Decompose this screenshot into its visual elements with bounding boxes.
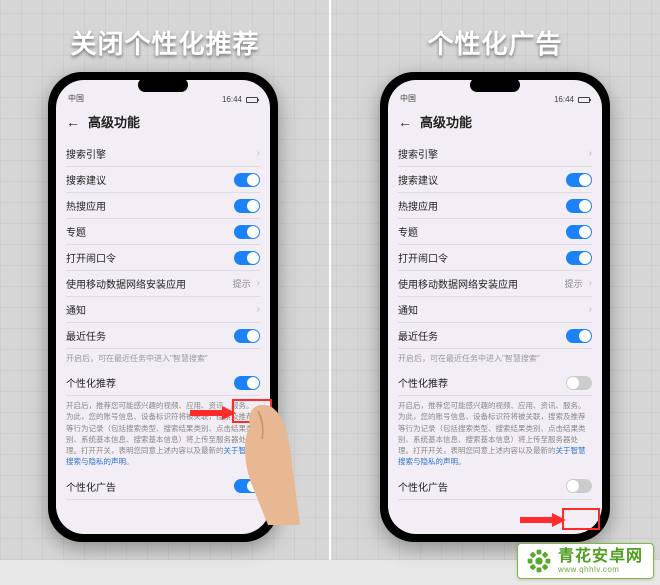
row-search-engine[interactable]: 搜索引擎 ›: [66, 141, 260, 167]
label: 个性化广告: [66, 479, 234, 494]
recent-hint: 开启后，可在最近任务中进入"智慧搜索": [398, 349, 592, 370]
row-personal-ads[interactable]: 个性化广告: [398, 474, 592, 500]
row-open-cmd[interactable]: 打开闹口令: [398, 245, 592, 271]
row-mobile-data[interactable]: 使用移动数据网络安装应用 提示 ›: [398, 271, 592, 297]
toggle[interactable]: [234, 251, 260, 265]
logo-icon: [526, 548, 552, 574]
row-personal-ads[interactable]: 个性化广告: [66, 474, 260, 500]
label: 使用移动数据网络安装应用: [398, 276, 565, 291]
right-title: 个性化广告: [330, 24, 660, 61]
personal-rec-desc: 开启后，推荐您可能感兴趣的视频、应用、资讯、服务。为此，您的账号信息、设备标识符…: [398, 396, 592, 474]
label: 个性化广告: [398, 479, 566, 494]
row-special[interactable]: 专题: [66, 219, 260, 245]
toggle[interactable]: [234, 329, 260, 343]
toggle-personal-rec[interactable]: [566, 376, 592, 390]
left-title: 关闭个性化推荐: [0, 24, 330, 61]
toggle[interactable]: [234, 199, 260, 213]
chevron-right-icon: ›: [589, 278, 592, 289]
highlight-box: [232, 399, 272, 423]
label: 搜索建议: [398, 172, 566, 187]
value: 提示: [565, 277, 583, 290]
label: 打开闹口令: [66, 250, 234, 265]
carrier-label: 中国: [68, 93, 84, 104]
toggle[interactable]: [566, 173, 592, 187]
time-label: 16:44: [554, 95, 574, 104]
highlight-box: [562, 508, 600, 530]
toggle[interactable]: [566, 329, 592, 343]
chevron-right-icon: ›: [257, 148, 260, 159]
label: 最近任务: [66, 328, 234, 343]
camera-pill: [470, 78, 520, 92]
label: 使用移动数据网络安装应用: [66, 276, 233, 291]
label: 通知: [398, 302, 587, 317]
toggle[interactable]: [234, 225, 260, 239]
row-special[interactable]: 专题: [398, 219, 592, 245]
page-title: 高级功能: [88, 112, 140, 131]
page-title: 高级功能: [420, 112, 472, 131]
row-personal-rec[interactable]: 个性化推荐: [398, 370, 592, 396]
chevron-right-icon: ›: [257, 278, 260, 289]
label: 搜索引擎: [398, 146, 587, 161]
back-button[interactable]: ←: [398, 114, 412, 130]
chevron-right-icon: ›: [589, 304, 592, 315]
label: 个性化推荐: [66, 375, 234, 390]
toggle[interactable]: [234, 173, 260, 187]
screen-left: 中国 16:44 ← 高级功能 搜索引擎 › 搜索建议: [56, 80, 270, 534]
arrow-icon: [520, 513, 566, 527]
toggle[interactable]: [566, 199, 592, 213]
row-recent-tasks[interactable]: 最近任务: [398, 323, 592, 349]
page-header: ← 高级功能: [56, 106, 270, 141]
battery-icon: [578, 97, 590, 103]
label: 打开闹口令: [398, 250, 566, 265]
toggle-personal-ads[interactable]: [234, 479, 260, 493]
arrow-icon: [190, 406, 236, 420]
toggle[interactable]: [566, 225, 592, 239]
label: 最近任务: [398, 328, 566, 343]
chevron-right-icon: ›: [589, 148, 592, 159]
row-notify[interactable]: 通知 ›: [398, 297, 592, 323]
label: 专题: [66, 224, 234, 239]
row-search-suggest[interactable]: 搜索建议: [66, 167, 260, 193]
back-button[interactable]: ←: [66, 114, 80, 130]
row-hot-apps[interactable]: 热搜应用: [66, 193, 260, 219]
time-label: 16:44: [222, 95, 242, 104]
row-notify[interactable]: 通知 ›: [66, 297, 260, 323]
row-mobile-data[interactable]: 使用移动数据网络安装应用 提示 ›: [66, 271, 260, 297]
recent-hint: 开启后，可在最近任务中进入"智慧搜索": [66, 349, 260, 370]
row-personal-rec[interactable]: 个性化推荐: [66, 370, 260, 396]
page-header: ← 高级功能: [388, 106, 602, 141]
label: 专题: [398, 224, 566, 239]
carrier-label: 中国: [400, 93, 416, 104]
label: 搜索建议: [66, 172, 234, 187]
row-open-cmd[interactable]: 打开闹口令: [66, 245, 260, 271]
chevron-right-icon: ›: [257, 304, 260, 315]
label: 个性化推荐: [398, 375, 566, 390]
watermark: 青花安卓网 www.qhhlv.com: [517, 543, 654, 579]
phone-right: 中国 16:44 ← 高级功能 搜索引擎 › 搜索建议: [380, 72, 610, 542]
label: 热搜应用: [398, 198, 566, 213]
screen-right: 中国 16:44 ← 高级功能 搜索引擎 › 搜索建议: [388, 80, 602, 534]
row-search-engine[interactable]: 搜索引擎 ›: [398, 141, 592, 167]
label: 通知: [66, 302, 255, 317]
watermark-url: www.qhhlv.com: [558, 565, 643, 574]
camera-pill: [138, 78, 188, 92]
row-recent-tasks[interactable]: 最近任务: [66, 323, 260, 349]
phone-left: 中国 16:44 ← 高级功能 搜索引擎 › 搜索建议: [48, 72, 278, 542]
row-hot-apps[interactable]: 热搜应用: [398, 193, 592, 219]
toggle[interactable]: [566, 251, 592, 265]
battery-icon: [246, 97, 258, 103]
toggle-personal-ads[interactable]: [566, 479, 592, 493]
value: 提示: [233, 277, 251, 290]
label: 搜索引擎: [66, 146, 255, 161]
watermark-title: 青花安卓网: [558, 549, 643, 565]
toggle-personal-rec[interactable]: [234, 376, 260, 390]
label: 热搜应用: [66, 198, 234, 213]
row-search-suggest[interactable]: 搜索建议: [398, 167, 592, 193]
